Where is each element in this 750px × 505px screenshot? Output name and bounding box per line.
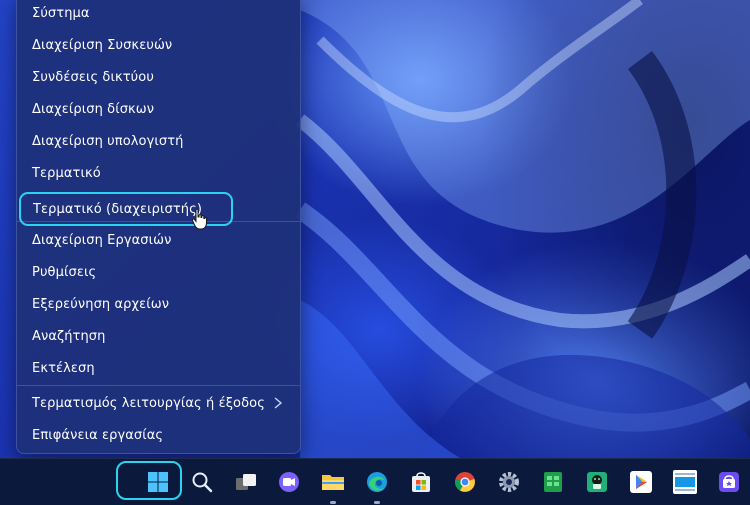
microsoft-store-icon (412, 472, 430, 492)
spreadsheet-app-icon (544, 472, 562, 492)
hand-pointer-cursor-icon (191, 208, 207, 230)
menu-item-computer-management[interactable]: Διαχείριση υπολογιστή (17, 125, 300, 157)
settings-button[interactable] (493, 466, 525, 498)
chevron-right-icon (274, 397, 283, 409)
menu-item-terminal[interactable]: Τερματικό (17, 157, 300, 189)
menu-item-device-manager[interactable]: Διαχείριση Συσκευών (17, 29, 300, 61)
menu-item-label: Εκτέλεση (32, 360, 95, 376)
search-icon (192, 472, 213, 493)
appstore-icon (673, 470, 697, 494)
file-explorer-icon (322, 475, 344, 490)
start-context-menu: Σύστημα Διαχείριση Συσκευών Συνδέσεις δι… (16, 0, 301, 454)
shopping-bag-app-icon (719, 472, 739, 492)
taskbar (0, 458, 750, 505)
menu-item-label: Διαχείριση υπολογιστή (32, 133, 184, 149)
menu-item-label: Διαχείριση Εργασιών (32, 232, 172, 248)
menu-item-search[interactable]: Αναζήτηση (17, 320, 300, 352)
play-store-button[interactable] (625, 466, 657, 498)
appstore-button[interactable] (669, 466, 701, 498)
start-button[interactable] (142, 466, 174, 498)
menu-divider (17, 221, 300, 222)
menu-item-network-connections[interactable]: Συνδέσεις δικτύου (17, 61, 300, 93)
play-store-icon (630, 471, 652, 493)
android-app-button[interactable] (581, 466, 613, 498)
menu-item-desktop[interactable]: Επιφάνεια εργασίας (17, 419, 300, 451)
spreadsheet-app-button[interactable] (537, 466, 569, 498)
microsoft-store-button[interactable] (405, 466, 437, 498)
menu-item-label: Σύστημα (32, 5, 90, 21)
shopping-bag-app-button[interactable] (713, 466, 745, 498)
menu-item-label: Διαχείριση δίσκων (32, 101, 155, 117)
menu-item-label: Τερματικό (32, 165, 101, 181)
menu-item-label: Διαχείριση Συσκευών (32, 37, 173, 53)
menu-item-label: Επιφάνεια εργασίας (32, 427, 164, 443)
menu-item-settings[interactable]: Ρυθμίσεις (17, 256, 300, 288)
chrome-icon (455, 472, 475, 492)
menu-item-label: Τερματικό (διαχειριστής) (33, 201, 203, 217)
file-explorer-button[interactable] (317, 466, 349, 498)
menu-item-run[interactable]: Εκτέλεση (17, 352, 300, 384)
menu-item-label: Αναζήτηση (32, 328, 106, 344)
settings-gear-icon (499, 472, 519, 492)
menu-item-label: Συνδέσεις δικτύου (32, 69, 154, 85)
chrome-button[interactable] (449, 466, 481, 498)
menu-item-label: Ρυθμίσεις (32, 264, 97, 280)
task-view-icon (236, 474, 256, 490)
edge-button[interactable] (361, 466, 393, 498)
menu-item-label: Τερματισμός λειτουργίας ή έξοδος (32, 395, 265, 411)
menu-item-file-explorer[interactable]: Εξερεύνηση αρχείων (17, 288, 300, 320)
chat-icon (279, 472, 299, 492)
search-button[interactable] (186, 466, 218, 498)
menu-item-label: Εξερεύνηση αρχείων (32, 296, 170, 312)
chat-button[interactable] (273, 466, 305, 498)
menu-item-task-manager[interactable]: Διαχείριση Εργασιών (17, 224, 300, 256)
desktop-wallpaper: Σύστημα Διαχείριση Συσκευών Συνδέσεις δι… (0, 0, 750, 458)
menu-item-system[interactable]: Σύστημα (17, 0, 300, 29)
task-view-button[interactable] (230, 466, 262, 498)
menu-item-disk-management[interactable]: Διαχείριση δίσκων (17, 93, 300, 125)
windows-start-icon (148, 472, 168, 492)
menu-item-shutdown-signout[interactable]: Τερματισμός λειτουργίας ή έξοδος (17, 387, 300, 419)
edge-icon (367, 472, 387, 492)
menu-divider (17, 385, 300, 386)
android-app-icon (587, 472, 607, 492)
